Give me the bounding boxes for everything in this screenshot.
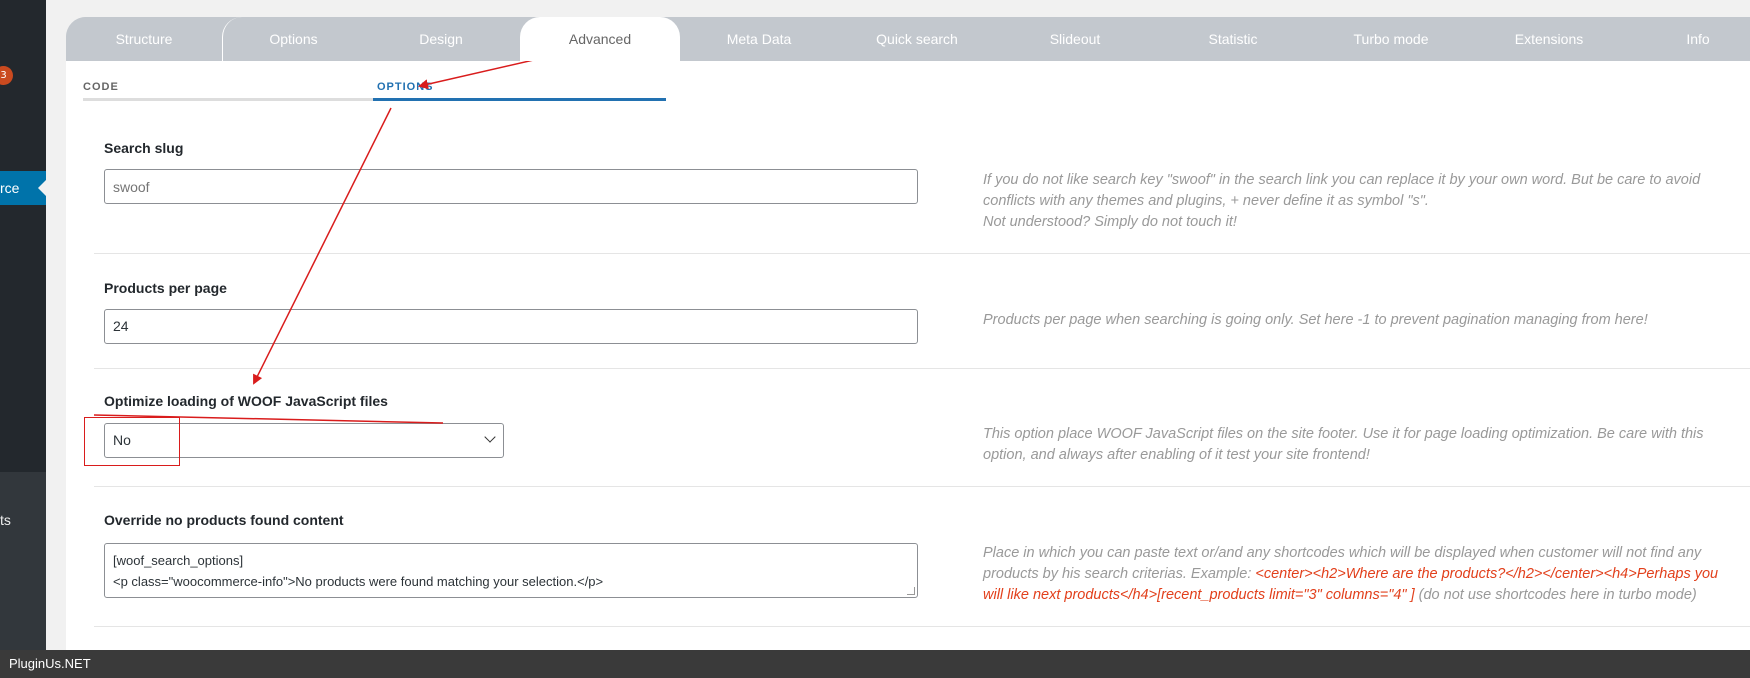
- tab-extensions[interactable]: Extensions: [1470, 17, 1628, 61]
- no-products-description: Place in which you can paste text or/and…: [983, 543, 1723, 606]
- footer-bar: PluginUs.NET: [0, 650, 1750, 678]
- chevron-down-icon: [484, 431, 496, 443]
- tab-slideout[interactable]: Slideout: [996, 17, 1154, 61]
- products-per-page-description: Products per page when searching is goin…: [983, 312, 1648, 328]
- footer-brand[interactable]: PluginUs.NET: [9, 656, 91, 671]
- tab-statistic[interactable]: Statistic: [1154, 17, 1312, 61]
- optimize-js-label: Optimize loading of WOOF JavaScript file…: [104, 393, 388, 409]
- subtab-options[interactable]: OPTIONS: [373, 80, 666, 101]
- products-per-page-input[interactable]: 24: [104, 309, 918, 344]
- tab-advanced[interactable]: Advanced: [520, 17, 680, 61]
- tab-info[interactable]: Info: [1628, 17, 1750, 61]
- sidebar-item-label-lower[interactable]: ts: [0, 512, 11, 528]
- tab-meta-data[interactable]: Meta Data: [680, 17, 838, 61]
- no-products-label: Override no products found content: [104, 512, 344, 528]
- optimize-js-description: This option place WOOF JavaScript files …: [983, 426, 1704, 463]
- row-divider: [94, 486, 1750, 487]
- products-per-page-label: Products per page: [104, 280, 227, 296]
- sidebar-item-label: rce: [0, 180, 20, 196]
- textarea-line-1: [woof_search_options]: [113, 553, 244, 568]
- resize-handle-icon[interactable]: [907, 587, 915, 595]
- annotation-highlight-box: [84, 417, 180, 466]
- sidebar-lower-section: ts: [0, 472, 46, 658]
- row-divider: [94, 626, 1750, 627]
- sidebar-item-active[interactable]: rce: [0, 171, 46, 205]
- search-slug-label: Search slug: [104, 140, 184, 156]
- tab-options[interactable]: Options: [222, 17, 364, 61]
- search-slug-description-1: If you do not like search key "swoof" in…: [983, 172, 1701, 209]
- tab-structure[interactable]: Structure: [66, 17, 222, 61]
- subtab-code[interactable]: CODE: [83, 80, 373, 101]
- no-products-description-b: (do not use shortcodes here in turbo mod…: [1414, 587, 1697, 603]
- search-slug-description: If you do not like search key "swoof" in…: [983, 170, 1723, 233]
- search-slug-description-2: Not understood? Simply do not touch it!: [983, 214, 1237, 230]
- tab-design[interactable]: Design: [362, 17, 520, 61]
- tab-turbo-mode[interactable]: Turbo mode: [1312, 17, 1470, 61]
- tab-quick-search[interactable]: Quick search: [838, 17, 996, 61]
- no-products-textarea[interactable]: [woof_search_options] <p class="woocomme…: [104, 543, 918, 598]
- row-divider: [94, 368, 1750, 369]
- search-slug-input[interactable]: [104, 169, 918, 204]
- row-divider: [94, 253, 1750, 254]
- textarea-line-2: <p class="woocommerce-info">No products …: [113, 574, 604, 589]
